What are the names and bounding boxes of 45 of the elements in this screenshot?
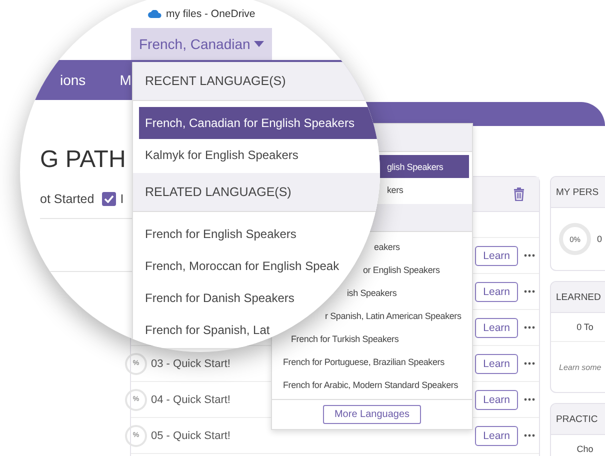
language-option[interactable]: French for English Speakers xyxy=(139,218,300,250)
empty-note: Learn some xyxy=(559,362,602,372)
learn-button[interactable]: Learn xyxy=(475,246,518,266)
checkbox[interactable] xyxy=(102,192,116,206)
language-option[interactable]: French for Arabic, Modern Standard Speakers xyxy=(275,373,469,396)
more-icon[interactable] xyxy=(524,290,535,293)
page-heading: G PATH xyxy=(40,146,126,174)
nav-tab[interactable]: M xyxy=(120,72,132,88)
practice-text: Cho xyxy=(576,444,594,454)
progress-value: 0 xyxy=(597,234,602,244)
more-icon[interactable] xyxy=(524,398,535,401)
card-title: LEARNED xyxy=(556,292,601,302)
language-option[interactable]: French, Canadian for English Speakers xyxy=(139,107,377,139)
more-icon[interactable] xyxy=(524,362,535,365)
more-icon[interactable] xyxy=(524,326,535,329)
learn-button[interactable]: Learn xyxy=(475,426,518,446)
section-heading: RELATED LANGUAGE(S) xyxy=(145,185,292,199)
lesson-title: 03 - Quick Start! xyxy=(151,358,230,370)
caret-icon xyxy=(254,41,264,47)
more-languages-button[interactable]: More Languages xyxy=(323,405,421,424)
nav-tab[interactable]: ions xyxy=(60,72,86,88)
language-option[interactable]: French for Portuguese, Brazilian Speakers xyxy=(275,350,469,373)
lesson-title: 04 - Quick Start! xyxy=(151,394,230,406)
trash-icon[interactable] xyxy=(513,187,525,201)
learn-button[interactable]: Learn xyxy=(475,282,518,302)
filter-label: I xyxy=(120,192,124,206)
cloud-icon xyxy=(148,10,162,18)
card-title: MY PERS xyxy=(556,186,599,198)
filter-label: ot Started xyxy=(40,192,94,206)
learn-button[interactable]: Learn xyxy=(475,354,518,374)
checkmark-icon xyxy=(104,195,114,203)
learn-button[interactable]: Learn xyxy=(475,318,518,338)
language-option[interactable]: French, Moroccan for English Speak xyxy=(139,250,344,282)
language-option[interactable]: French for Spanish, Lat xyxy=(139,314,274,346)
section-heading: RECENT LANGUAGE(S) xyxy=(145,74,286,88)
lesson-title: 05 - Quick Start! xyxy=(151,430,230,442)
more-icon[interactable] xyxy=(524,254,535,257)
learned-count: 0 To xyxy=(576,322,594,332)
language-option[interactable]: Kalmyk for English Speakers xyxy=(139,139,302,171)
language-dropdown[interactable]: French, Canadian xyxy=(131,28,272,60)
card-title: PRACTIC xyxy=(556,414,598,424)
browser-tab-title[interactable]: my files - OneDrive xyxy=(166,8,256,20)
learn-button[interactable]: Learn xyxy=(475,390,518,410)
language-option[interactable]: French for Danish Speakers xyxy=(139,282,298,314)
more-icon[interactable] xyxy=(524,434,535,437)
